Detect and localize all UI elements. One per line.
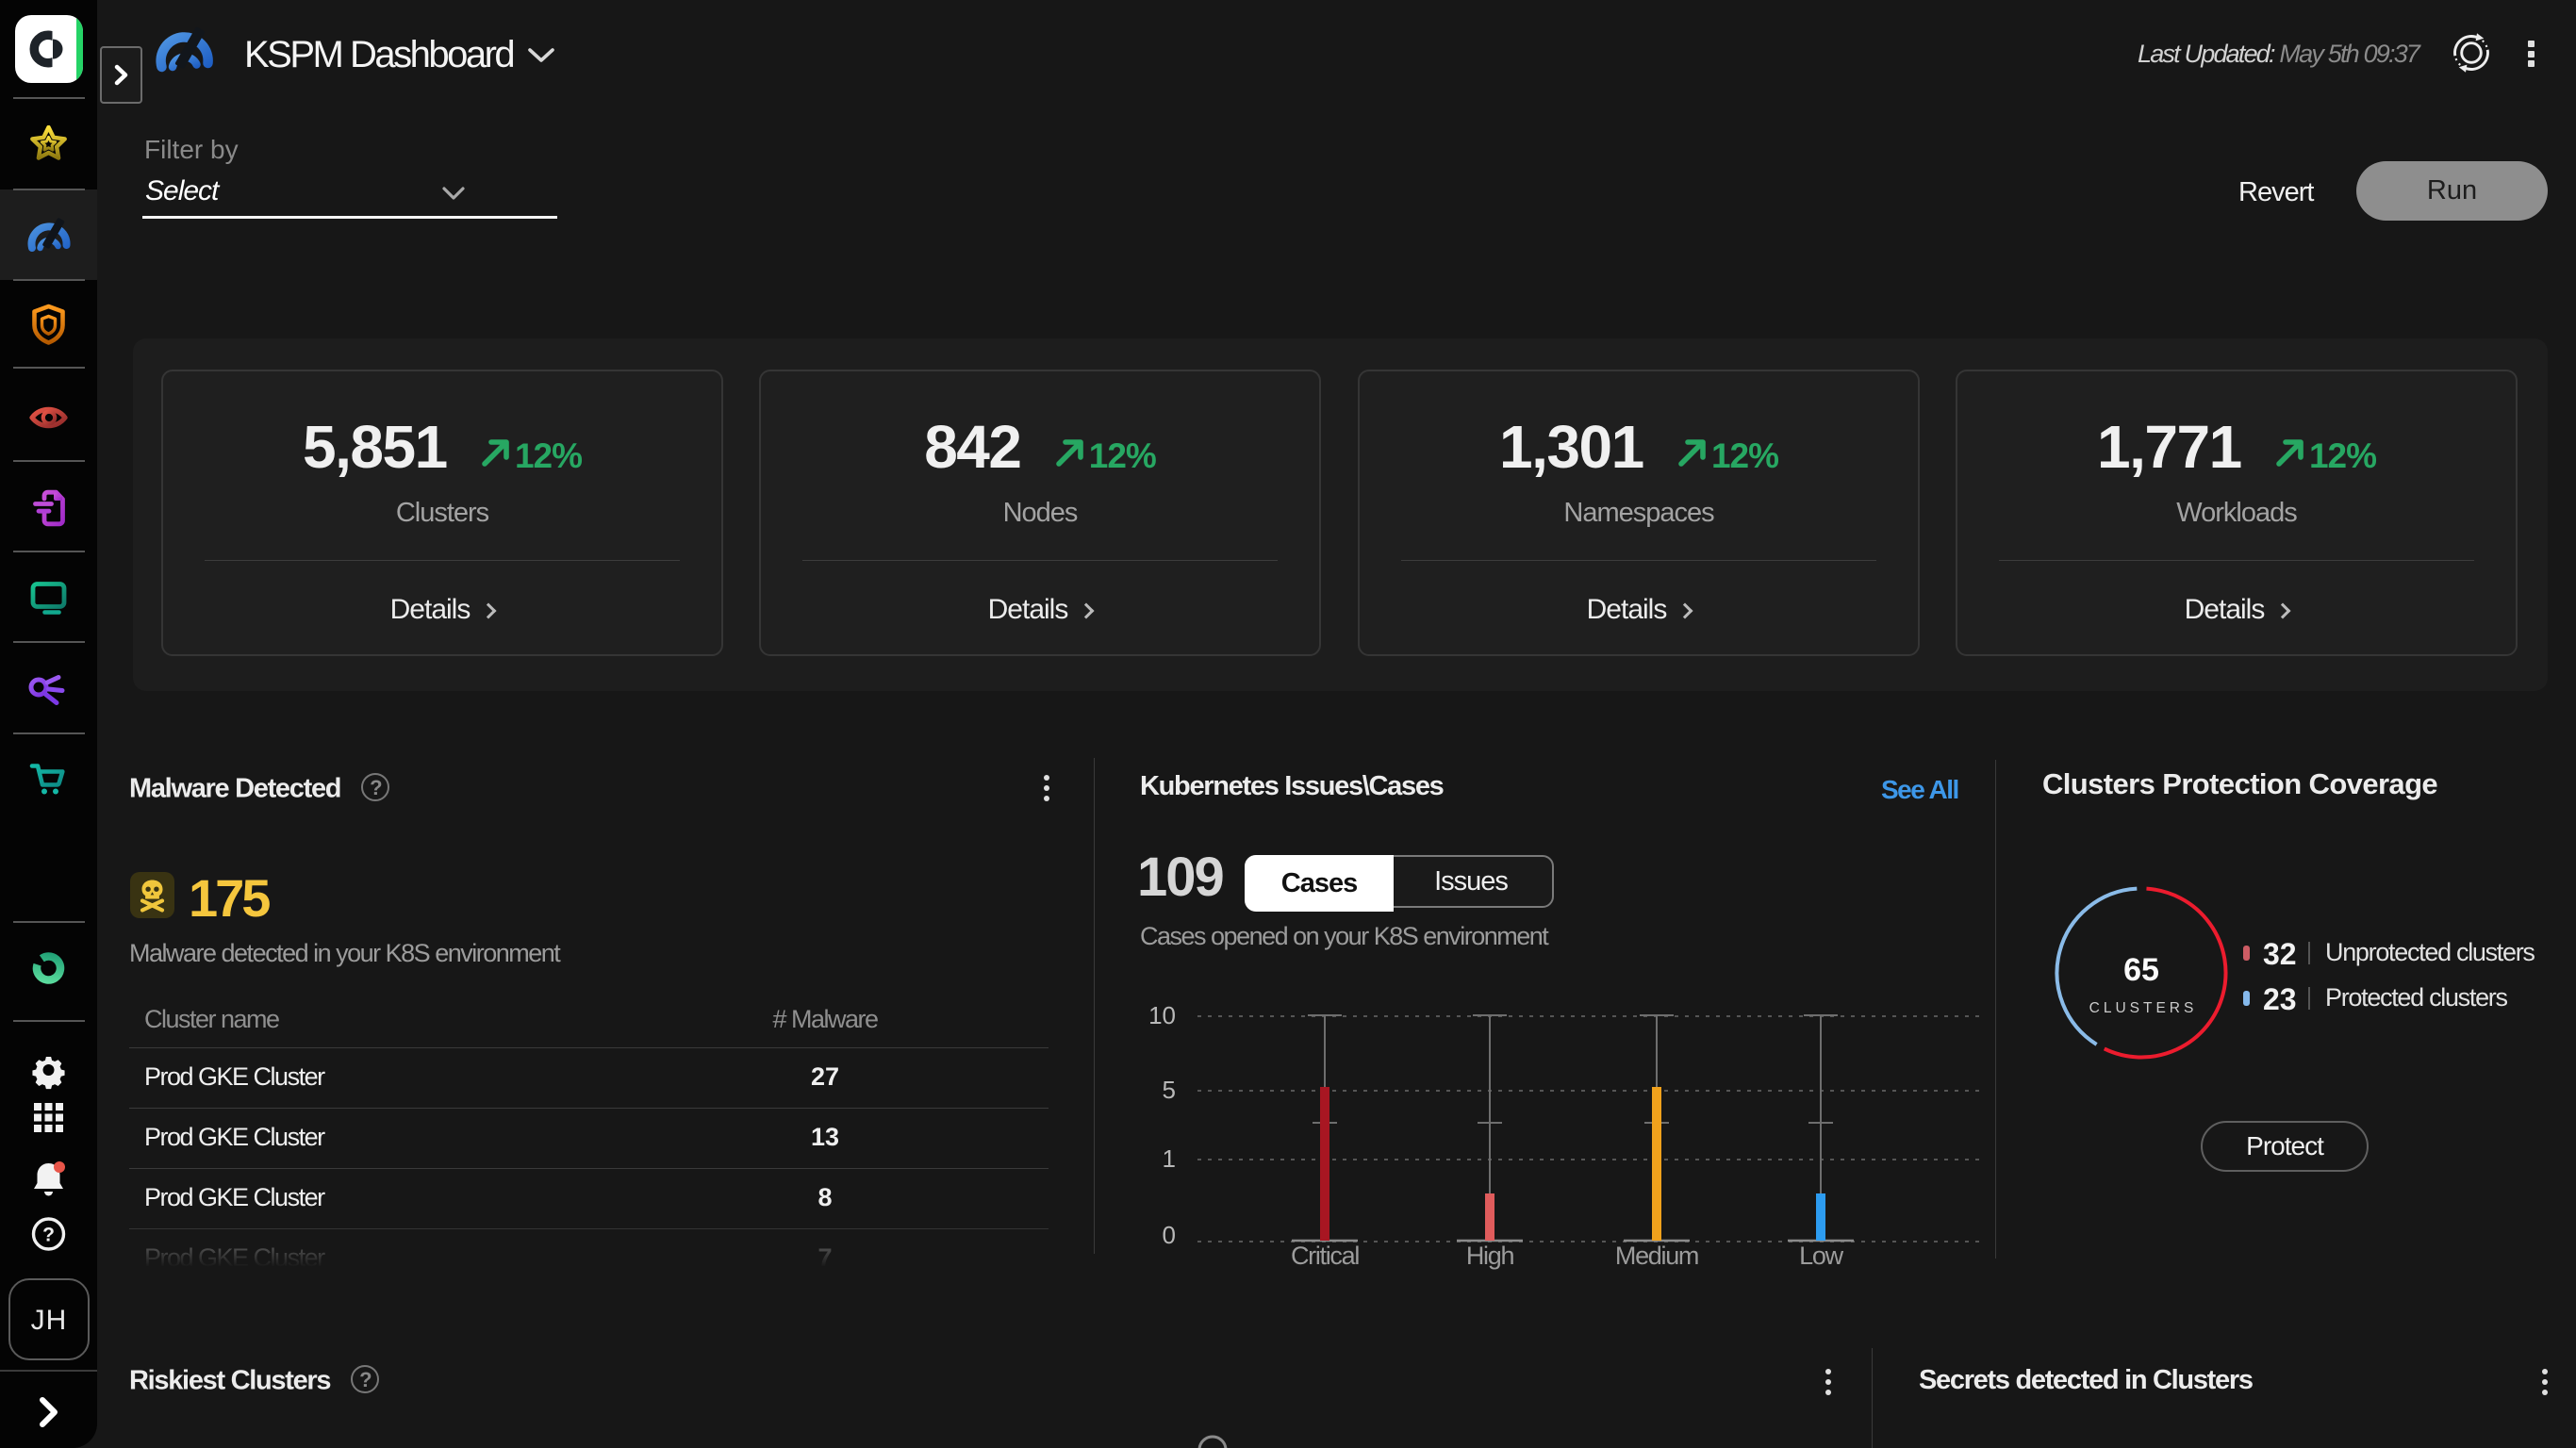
svg-text:65: 65 <box>2123 952 2159 988</box>
svg-text:?: ? <box>42 1225 55 1246</box>
svg-text:CLUSTERS: CLUSTERS <box>2089 1000 2198 1016</box>
